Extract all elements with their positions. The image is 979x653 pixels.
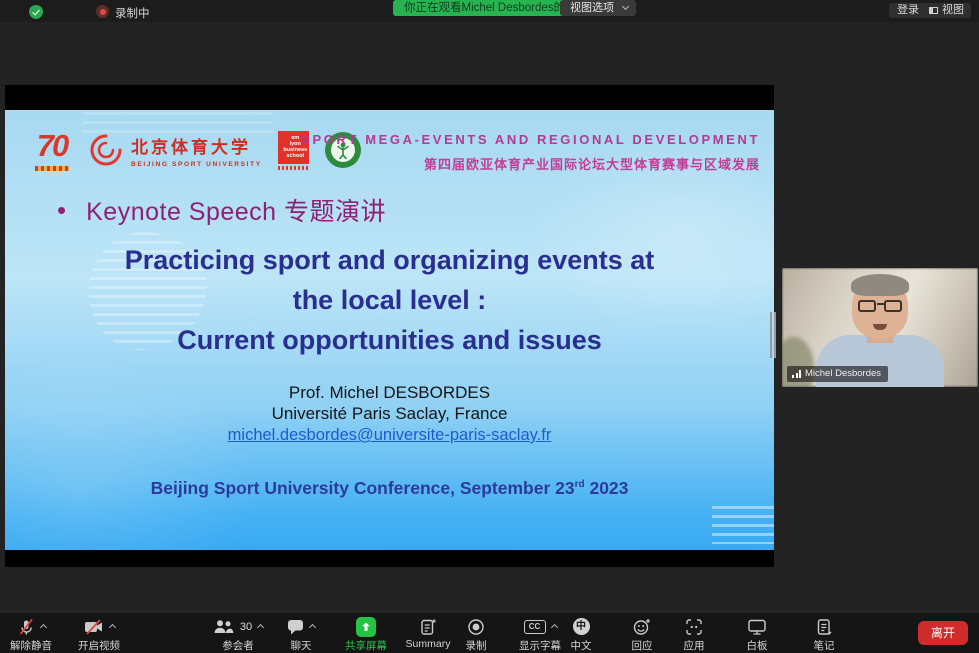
- bullet-icon: •: [57, 195, 66, 226]
- speaker-email-link[interactable]: michel.desbordes@universite-paris-saclay…: [228, 425, 552, 446]
- summary-document-icon: [420, 618, 437, 636]
- notes-icon: [816, 618, 832, 636]
- chat-bubble-icon: [287, 619, 304, 635]
- checkmark-icon: [32, 7, 40, 15]
- conference-title-chinese: 第四届欧亚体育产业国际论坛大型体育赛事与区域发展: [301, 154, 760, 173]
- keynote-heading-text: Keynote Speech 专题演讲: [86, 192, 386, 228]
- top-bar: 录制中 你正在观看Michel Desbordes的屏幕 视图选项 登录 视图: [0, 0, 979, 22]
- start-video-label: 开启视频: [67, 638, 131, 653]
- reactions-button[interactable]: 回应: [617, 617, 667, 651]
- presentation-slide: 70 北京体育大学 BEIJING SPORT UNIVERSITY em ly…: [5, 110, 774, 550]
- anniversary-number: 70: [31, 126, 73, 166]
- speaker-block: Prof. Michel DESBORDES Université Paris …: [5, 382, 774, 446]
- share-screen-label: 共享屏幕: [334, 638, 398, 653]
- record-button[interactable]: 录制: [451, 617, 501, 651]
- chevron-up-icon[interactable]: [309, 624, 316, 631]
- slide-title-line-3: Current opportunities and issues: [5, 320, 774, 360]
- conference-title-english: SPORT MEGA-EVENTS AND REGIONAL DEVELOPME…: [301, 132, 760, 147]
- view-layout-icon: [929, 7, 938, 14]
- slide-title: Practicing sport and organizing events a…: [5, 240, 774, 360]
- security-shield-icon[interactable]: [29, 5, 43, 19]
- notes-label: 笔记: [797, 638, 851, 653]
- decorative-stripes: [712, 506, 774, 544]
- conference-date-main: Beijing Sport University Conference, Sep…: [151, 478, 575, 498]
- recording-label: 录制中: [115, 5, 150, 21]
- view-button[interactable]: 视图: [924, 3, 971, 18]
- beijing-sport-university-logo: 北京体育大学 BEIJING SPORT UNIVERSITY: [89, 133, 262, 168]
- 70th-anniversary-logo: 70: [31, 126, 73, 174]
- meeting-toolbar: 解除静音 开启视频 30: [0, 613, 979, 653]
- chevron-up-icon[interactable]: [257, 624, 264, 631]
- shared-screen-area: 70 北京体育大学 BEIJING SPORT UNIVERSITY em ly…: [5, 85, 774, 567]
- keynote-heading: • Keynote Speech 专题演讲: [57, 192, 386, 228]
- chat-label: 聊天: [272, 638, 330, 653]
- conference-date-line: Beijing Sport University Conference, Sep…: [5, 478, 774, 499]
- reactions-smiley-icon: [633, 618, 651, 636]
- unmute-button[interactable]: 解除静音: [2, 617, 60, 651]
- participants-count: 30: [240, 621, 252, 633]
- zoom-meeting-window: 录制中 你正在观看Michel Desbordes的屏幕 视图选项 登录 视图 …: [0, 0, 979, 653]
- chinese-language-icon: 中: [573, 618, 590, 635]
- language-label: 中文: [556, 638, 606, 653]
- record-icon: [467, 618, 485, 636]
- leave-meeting-button[interactable]: 离开: [918, 621, 968, 645]
- microphone-muted-icon: [17, 618, 35, 636]
- participant-name: Michel Desbordes: [805, 368, 881, 379]
- start-video-button[interactable]: 开启视频: [67, 617, 131, 651]
- sign-in-button[interactable]: 登录: [889, 3, 927, 18]
- summary-button[interactable]: Summary: [397, 617, 459, 651]
- record-label: 录制: [451, 638, 501, 653]
- reactions-label: 回应: [617, 638, 667, 653]
- participants-button[interactable]: 30 参会者: [196, 617, 280, 651]
- slide-header: SPORT MEGA-EVENTS AND REGIONAL DEVELOPME…: [301, 132, 760, 173]
- slide-title-line-2: the local level :: [5, 280, 774, 320]
- apps-label: 应用: [669, 638, 719, 653]
- conference-date-ordinal: rd: [575, 479, 585, 490]
- chevron-up-icon[interactable]: [39, 624, 46, 631]
- view-button-label: 视图: [942, 4, 964, 16]
- participants-label: 参会者: [196, 638, 280, 653]
- summary-label: Summary: [397, 638, 459, 650]
- view-options-label: 视图选项: [570, 2, 614, 14]
- participant-name-tag: Michel Desbordes: [787, 366, 888, 382]
- whiteboard-label: 白板: [730, 638, 784, 653]
- apps-icon: [685, 618, 703, 636]
- unmute-label: 解除静音: [2, 638, 60, 653]
- notes-button[interactable]: 笔记: [797, 617, 851, 651]
- chevron-up-icon[interactable]: [108, 624, 115, 631]
- speaker-name: Prof. Michel DESBORDES: [5, 382, 774, 403]
- participants-icon: [213, 619, 234, 634]
- connection-signal-icon: [792, 370, 802, 378]
- share-screen-icon: [356, 617, 376, 637]
- recording-indicator-icon: [96, 5, 109, 18]
- conference-date-year: 2023: [585, 478, 629, 498]
- view-options-button[interactable]: 视图选项: [560, 0, 636, 16]
- participant-hair: [851, 274, 909, 296]
- participant-video-thumbnail[interactable]: Michel Desbordes: [782, 268, 978, 387]
- share-screen-button[interactable]: 共享屏幕: [334, 617, 398, 651]
- chevron-down-icon: [622, 3, 629, 10]
- language-button[interactable]: 中 中文: [556, 617, 606, 651]
- anniversary-logo-bars: [35, 166, 69, 171]
- whiteboard-button[interactable]: 白板: [730, 617, 784, 651]
- panel-divider-handle[interactable]: [769, 312, 777, 358]
- speaker-affiliation: Université Paris Saclay, France: [5, 403, 774, 424]
- participant-glasses: [856, 300, 904, 312]
- bsu-name-english: BEIJING SPORT UNIVERSITY: [131, 161, 262, 168]
- closed-captions-icon: CC: [524, 620, 546, 634]
- slide-title-line-1: Practicing sport and organizing events a…: [5, 240, 774, 280]
- chat-button[interactable]: 聊天: [272, 617, 330, 651]
- whiteboard-icon: [747, 619, 767, 635]
- apps-button[interactable]: 应用: [669, 617, 719, 651]
- bsu-swirl-icon: [89, 133, 123, 167]
- camera-muted-icon: [84, 619, 104, 635]
- bsu-name-chinese: 北京体育大学: [131, 133, 262, 158]
